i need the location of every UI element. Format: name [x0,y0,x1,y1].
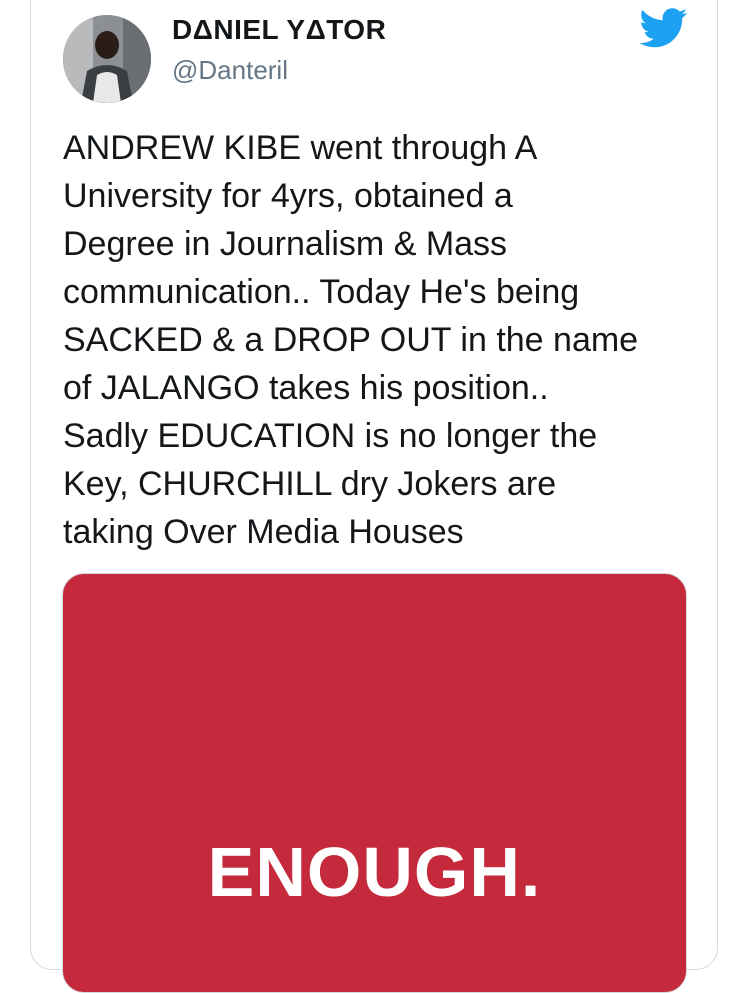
tweet-text: ANDREW KIBE went through A University fo… [63,129,639,551]
avatar[interactable] [63,15,151,103]
author-display-name[interactable]: DΔNIEL YΔTOR [172,14,386,46]
media-caption: ENOUGH. [207,833,542,911]
avatar-photo [63,15,151,103]
twitter-bird-icon[interactable] [640,8,688,48]
tweet-media-image[interactable]: ENOUGH. [62,573,687,993]
author-handle[interactable]: @Danteril [172,55,288,86]
